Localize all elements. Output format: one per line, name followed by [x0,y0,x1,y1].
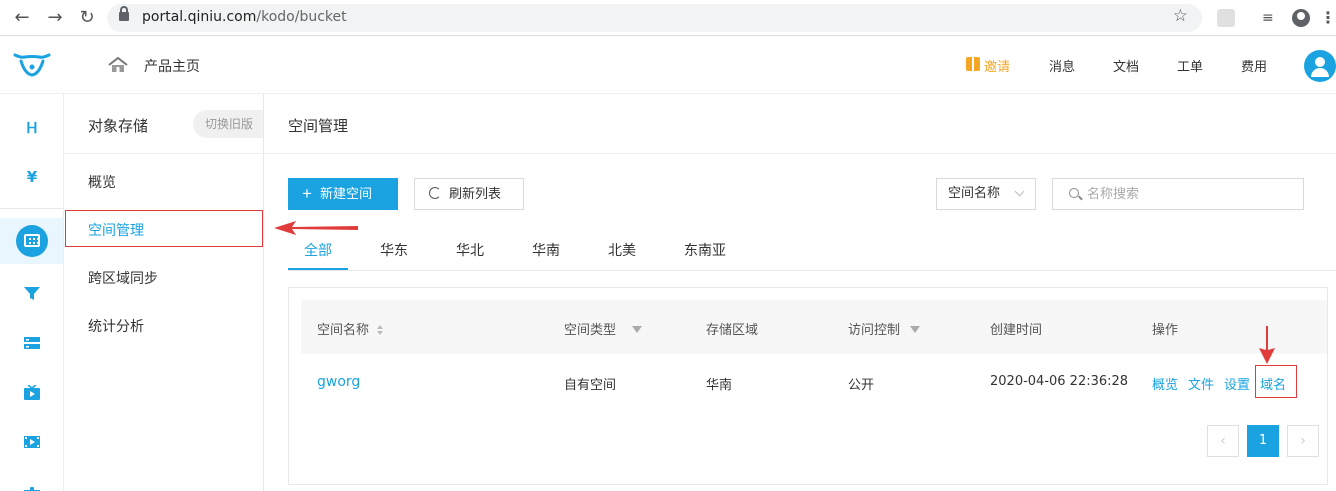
refresh-icon [429,187,441,199]
funnel-icon [24,287,40,300]
nav-messages[interactable]: 消息 [1049,56,1075,75]
tab-southeast-asia[interactable]: 东南亚 [684,240,726,260]
bucket-created-time: 2020-04-06 22:36:28 [990,374,1129,389]
switch-old-version-button[interactable]: 切换旧版 [193,110,263,138]
sidebar-title: 对象存储 [88,117,149,135]
brand-mark-icon: Ꮋ [26,119,38,137]
video-icon [24,436,40,448]
tab-south-china[interactable]: 华南 [532,240,560,260]
search-field-select[interactable]: 空间名称 [936,178,1036,210]
qiniu-logo-icon[interactable] [13,52,51,78]
app-header: 产品主页 邀请 消息 文档 工单 费用 [0,37,1336,94]
column-header-access[interactable]: 访问控制 [848,319,921,338]
chevron-down-icon [1014,186,1025,197]
rail-item-storage[interactable] [0,218,63,264]
rail-item-more[interactable] [0,470,63,491]
nav-tickets[interactable]: 工单 [1177,56,1203,75]
bucket-type: 自有空间 [564,378,617,393]
user-avatar[interactable] [1304,50,1336,82]
page-title: 空间管理 [288,117,349,135]
op-files-link[interactable]: 文件 [1188,374,1214,393]
browser-menu-icon[interactable]: ⋮ [1320,9,1336,27]
sidebar-item-label: 空间管理 [88,223,144,239]
home-link[interactable]: 产品主页 [144,56,200,76]
pager-next-button[interactable]: › [1287,425,1319,457]
pager-prev-button[interactable]: ‹ [1207,425,1239,457]
storage-sidebar: 对象存储 切换旧版 概览 空间管理 跨区域同步 统计分析 [64,94,264,491]
rail-divider [0,208,63,209]
sidebar-divider [64,153,263,154]
server-icon [24,337,40,349]
name-search-input[interactable] [1052,178,1304,210]
title-divider [264,153,1336,154]
sliders-icon [24,487,40,491]
bucket-access: 公开 [848,378,875,393]
storage-grid-icon [24,234,40,247]
address-bar[interactable]: portal.qiniu.com/kodo/bucket ☆ [107,4,1202,32]
plus-icon: + [302,184,312,203]
browser-toolbar: ← → ↻ portal.qiniu.com/kodo/bucket ☆ ≡ ⋮ [0,0,1336,36]
sidebar-item-bucket-management[interactable]: 空间管理 [65,210,263,247]
bucket-table-panel: 空间名称 空间类型 存储区域 访问控制 创建时间 操作 gworg 自有空间 华… [288,287,1328,485]
lock-icon [119,6,129,21]
url-text: portal.qiniu.com/kodo/bucket [142,9,347,25]
op-settings-link[interactable]: 设置 [1224,374,1250,393]
rail-item-live[interactable] [0,371,63,415]
annotation-arrow-down [1259,326,1275,364]
column-header-created: 创建时间 [990,323,1043,338]
column-header-region: 存储区域 [706,323,759,338]
bucket-name-link[interactable]: gworg [317,374,360,390]
bucket-region: 华南 [706,378,733,393]
sidebar-item-overview[interactable]: 概览 [88,172,116,192]
sidebar-item-cross-region-sync[interactable]: 跨区域同步 [88,268,158,288]
media-control-icon[interactable]: ≡ [1262,9,1280,27]
gift-icon [966,57,980,71]
bookmark-star-icon[interactable]: ☆ [1173,6,1188,26]
filter-icon[interactable] [632,326,643,333]
rail-item-finance[interactable]: ¥ [0,155,63,199]
rail-item-overview[interactable]: Ꮋ [0,106,63,150]
tab-all[interactable]: 全部 [304,240,332,260]
column-header-type[interactable]: 空间类型 [564,319,643,338]
op-overview-link[interactable]: 概览 [1152,374,1178,393]
product-rail: Ꮋ ¥ [0,94,64,491]
column-header-actions: 操作 [1152,323,1179,338]
tv-icon [24,385,40,400]
table-header: 空间名称 空间类型 存储区域 访问控制 创建时间 操作 [301,300,1327,354]
region-tabs: 全部 华东 华北 华南 北美 东南亚 [288,226,1336,271]
tab-north-china[interactable]: 华北 [456,240,484,260]
pager-current-page[interactable]: 1 [1247,425,1279,457]
tab-north-america[interactable]: 北美 [608,240,636,260]
sidebar-item-statistics[interactable]: 统计分析 [88,316,144,336]
annotation-arrow-left [274,221,358,235]
forward-icon[interactable]: → [45,8,65,28]
profile-icon[interactable] [1292,9,1310,27]
extension-icon[interactable] [1217,9,1235,27]
reload-icon[interactable]: ↻ [77,8,97,28]
search-icon [1069,188,1079,198]
refresh-list-button[interactable]: 刷新列表 [414,178,524,210]
yen-icon: ¥ [26,168,38,186]
tab-east-china[interactable]: 华东 [380,240,408,260]
invite-link[interactable]: 邀请 [984,56,1010,75]
rail-item-compute[interactable] [0,321,63,365]
rail-item-cdn[interactable] [0,271,63,315]
sort-icon[interactable] [377,325,384,336]
active-tab-indicator [288,268,348,270]
home-icon[interactable] [108,57,128,73]
nav-docs[interactable]: 文档 [1113,56,1139,75]
back-icon[interactable]: ← [12,8,32,28]
domain-highlight-box [1255,365,1297,398]
nav-billing[interactable]: 费用 [1241,56,1267,75]
filter-icon[interactable] [910,326,921,333]
rail-item-video[interactable] [0,420,63,464]
column-header-name[interactable]: 空间名称 [317,319,384,338]
new-bucket-button[interactable]: + 新建空间 [288,178,398,210]
main-content: 空间管理 +新建空间 刷新列表 空间名称 全部 华东 华北 华南 北美 东南亚 … [264,94,1336,491]
